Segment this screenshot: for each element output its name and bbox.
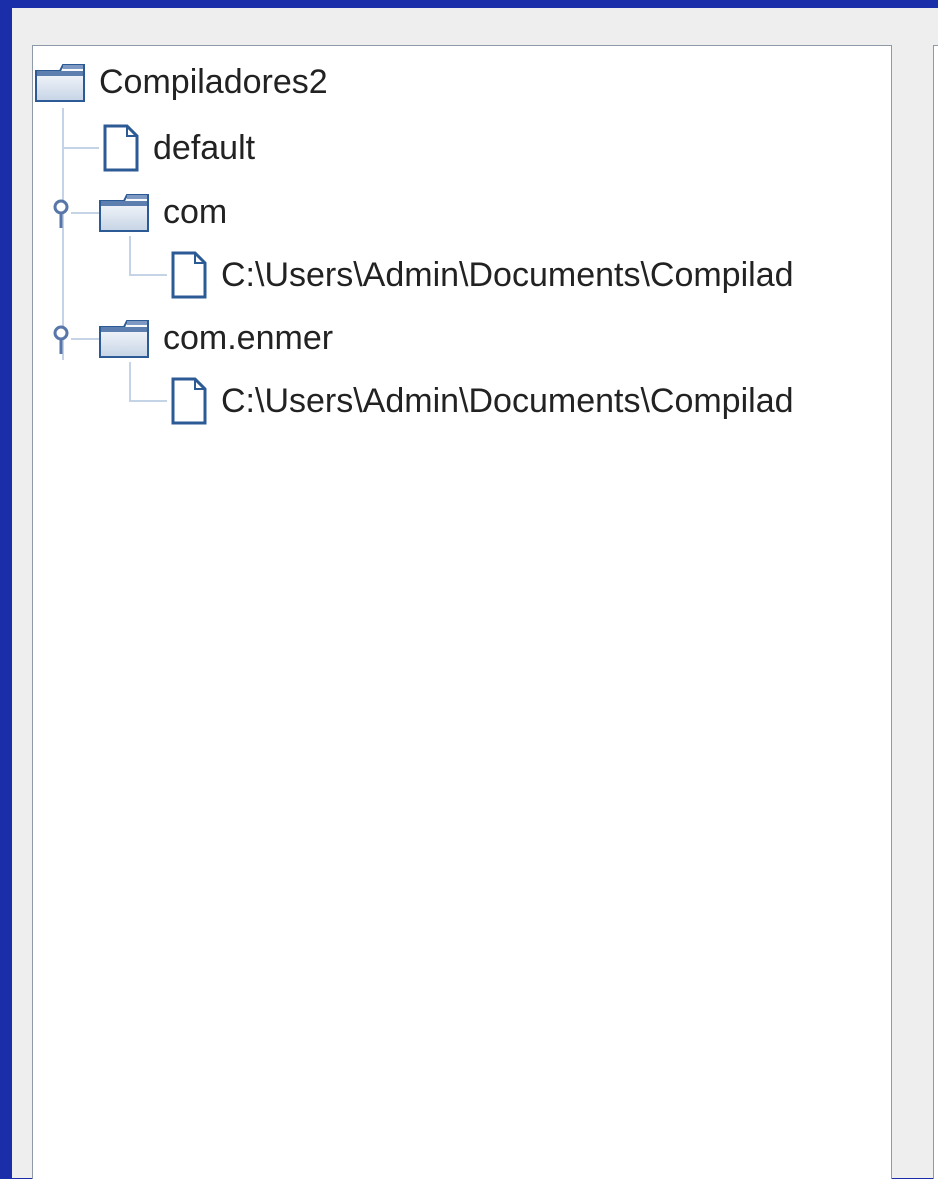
tree-node-com-enmer-file-label: C:\Users\Admin\Documents\Compilad	[221, 382, 794, 420]
file-icon	[103, 124, 139, 172]
folder-icon	[99, 320, 149, 358]
tree-node-com-enmer-label: com.enmer	[163, 319, 334, 357]
tree-line-default	[63, 147, 99, 149]
tree-node-com-enmer-file[interactable]: C:\Users\Admin\Documents\Compilad	[171, 375, 794, 427]
editor-panel-edge	[933, 45, 938, 1179]
project-tree[interactable]: Compiladores2 default com C:\Users\Admin…	[32, 45, 892, 1179]
file-icon	[171, 377, 207, 425]
tree-line-com-enmer-child-vertical	[129, 362, 131, 400]
folder-icon	[35, 64, 85, 102]
tree-node-com-enmer[interactable]: com.enmer	[99, 312, 333, 364]
tree-node-default[interactable]: default	[103, 122, 255, 174]
tree-line-root-vertical	[62, 108, 64, 360]
window-body: Compiladores2 default com C:\Users\Admin…	[12, 8, 938, 1179]
tree-line-com-child-vertical	[129, 236, 131, 274]
tree-node-com-file[interactable]: C:\Users\Admin\Documents\Compilad	[171, 249, 794, 301]
tree-line-com	[71, 212, 99, 214]
tree-line-com-enmer	[71, 338, 99, 340]
tree-node-com-file-label: C:\Users\Admin\Documents\Compilad	[221, 256, 794, 294]
tree-node-root[interactable]: Compiladores2	[35, 56, 328, 108]
tree-node-com-label: com	[163, 193, 228, 231]
tree-line-com-enmer-child	[129, 400, 167, 402]
expand-toggle-icon[interactable]	[50, 324, 74, 354]
tree-node-root-label: Compiladores2	[99, 63, 328, 101]
tree-node-default-label: default	[153, 129, 256, 167]
expand-toggle-icon[interactable]	[50, 198, 74, 228]
tree-line-com-child	[129, 274, 167, 276]
folder-icon	[99, 194, 149, 232]
file-icon	[171, 251, 207, 299]
tree-node-com[interactable]: com	[99, 186, 227, 238]
